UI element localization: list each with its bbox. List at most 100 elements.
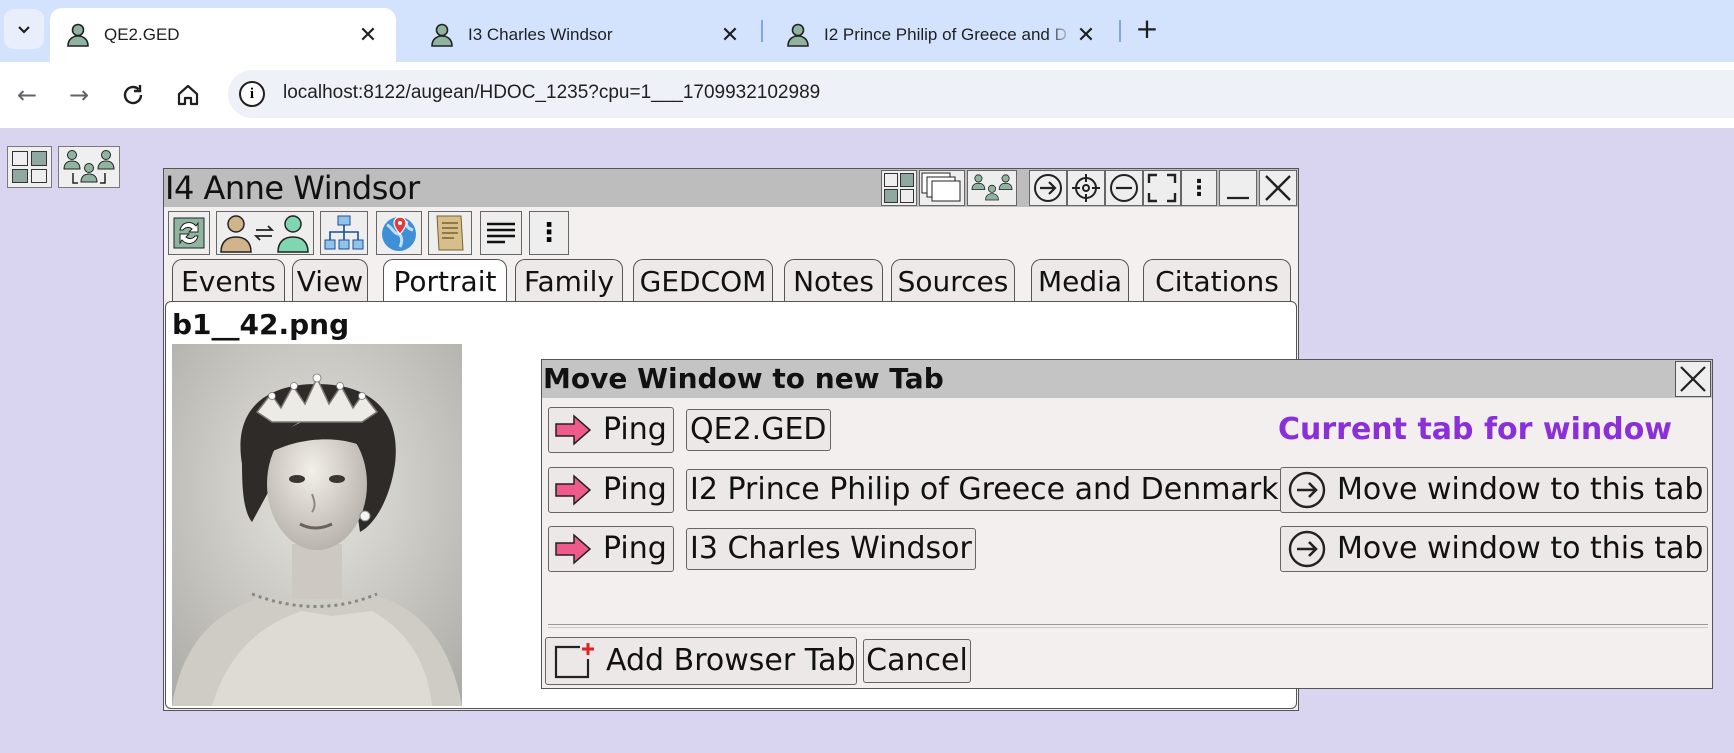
crosshair-icon [1072, 174, 1100, 202]
add-browser-tab-label: Add Browser Tab [606, 643, 856, 678]
ping-label: Ping [603, 472, 667, 507]
tab-events[interactable]: Events [172, 259, 285, 302]
tab-sources[interactable]: Sources [891, 259, 1015, 302]
fullscreen-icon [1147, 173, 1177, 203]
back-arrow-icon[interactable]: ← [10, 78, 44, 112]
browser-tab-philip[interactable]: I2 Prince Philip of Greece and D ✕ [770, 8, 1110, 62]
tab-family[interactable]: Family [515, 259, 623, 302]
new-tab-plus-icon[interactable]: + [1131, 14, 1163, 46]
arrow-right-circle-icon [1034, 174, 1062, 202]
move-window-to-tab-button[interactable]: Move window to this tab [1280, 467, 1708, 513]
tab-search-chevron-icon[interactable] [4, 9, 44, 49]
refresh-icon [173, 217, 205, 249]
arrow-right-circle-icon [1288, 471, 1326, 509]
map-button[interactable] [376, 211, 422, 255]
ping-label: Ping [603, 412, 667, 447]
person-favicon-icon [787, 23, 809, 47]
ping-label: Ping [603, 531, 667, 566]
forward-arrow-icon[interactable]: → [62, 78, 96, 112]
pink-arrow-icon [555, 474, 592, 506]
dialog-separator [548, 624, 1708, 628]
tab-view[interactable]: View [292, 259, 368, 302]
close-window-button[interactable] [1259, 170, 1297, 206]
dialog-title: Move Window to new Tab [543, 362, 944, 395]
swap-person-button[interactable] [216, 211, 314, 255]
ping-button[interactable]: Ping [548, 526, 674, 572]
move-window-label: Move window to this tab [1337, 531, 1704, 566]
url-text[interactable]: localhost:8122/augean/HDOC_1235?cpu=1___… [283, 82, 820, 104]
dialog-close-button[interactable] [1675, 361, 1711, 397]
stacked-windows-icon [921, 172, 961, 202]
close-icon [1680, 366, 1706, 392]
browser-tab-qe2[interactable]: QE2.GED ✕ [50, 8, 396, 62]
people-group-window-button[interactable] [967, 170, 1017, 206]
tab-separator [1119, 20, 1121, 42]
pink-arrow-icon [555, 533, 592, 565]
ping-button[interactable]: Ping [548, 407, 674, 453]
tab-notes[interactable]: Notes [784, 259, 883, 302]
pink-arrow-icon [555, 414, 592, 446]
browser-tab-title: QE2.GED [104, 25, 180, 44]
toolbar-more-button[interactable]: ⋮ [529, 211, 569, 255]
person-window-title: I4 Anne Windsor [165, 169, 420, 207]
browser-toolbar: ← → i localhost:8122/augean/HDOC_1235?cp… [0, 62, 1734, 128]
minimize-icon [1227, 196, 1249, 200]
browser-tab-title: I2 Prince Philip of Greece and D [824, 25, 1067, 44]
close-tab-icon[interactable]: ✕ [354, 22, 382, 48]
collapse-button[interactable] [1105, 170, 1143, 206]
tree-chart-icon [324, 215, 364, 250]
fullscreen-button[interactable] [1143, 170, 1181, 206]
current-tab-indicator: Current tab for window [1278, 412, 1673, 447]
swap-persons-icon [220, 215, 309, 253]
move-window-to-tab-button[interactable]: Move window to this tab [1280, 526, 1708, 572]
portrait-image [172, 344, 462, 706]
move-to-tab-button[interactable] [1029, 170, 1067, 206]
tab-portrait[interactable]: Portrait [383, 259, 507, 304]
globe-pin-icon [382, 216, 416, 251]
new-tab-icon [554, 643, 594, 679]
minimize-button[interactable] [1219, 170, 1257, 206]
reload-icon[interactable] [116, 78, 150, 112]
image-filename: b1__42.png [172, 308, 350, 341]
person-favicon-icon [67, 23, 89, 47]
layout-grid-button[interactable] [7, 146, 52, 188]
add-browser-tab-button[interactable]: Add Browser Tab [545, 637, 857, 685]
close-tab-icon[interactable]: ✕ [1072, 22, 1100, 48]
tab-media[interactable]: Media [1031, 259, 1129, 302]
grid-icon [12, 151, 47, 183]
tab-name-label: I3 Charles Windsor [686, 528, 976, 570]
family-tree-button[interactable] [320, 211, 368, 255]
locate-button[interactable] [1067, 170, 1105, 206]
move-window-dialog: Move Window to new Tab Ping QE2.GED Curr… [541, 359, 1713, 689]
ping-button[interactable]: Ping [548, 467, 674, 513]
tile-windows-button[interactable] [881, 170, 917, 206]
home-icon[interactable] [171, 78, 205, 112]
scroll-document-button[interactable] [428, 211, 472, 255]
cascade-windows-button[interactable] [919, 170, 965, 206]
close-tab-icon[interactable]: ✕ [716, 22, 744, 48]
dialog-titlebar[interactable]: Move Window to new Tab [542, 360, 1712, 398]
vertical-dots-icon: ⋮ [1188, 175, 1210, 201]
tab-citations[interactable]: Citations [1143, 259, 1291, 302]
grid-icon [884, 173, 914, 203]
tab-gedcom[interactable]: GEDCOM [633, 259, 773, 302]
browser-tab-strip: QE2.GED ✕ I3 Charles Windsor ✕ I2 Prince… [0, 0, 1734, 62]
site-info-icon[interactable]: i [239, 81, 265, 107]
scroll-icon [436, 215, 464, 251]
person-window-titlebar[interactable]: I4 Anne Windsor ⋮ [164, 169, 1298, 207]
people-group-button[interactable] [58, 146, 120, 188]
address-bar[interactable]: i localhost:8122/augean/HDOC_1235?cpu=1_… [228, 70, 1734, 118]
tab-name-label: QE2.GED [686, 409, 831, 451]
minus-circle-icon [1110, 174, 1138, 202]
refresh-button[interactable] [168, 211, 210, 255]
arrow-right-circle-icon [1288, 530, 1326, 568]
text-align-button[interactable] [480, 211, 522, 255]
browser-tab-charles[interactable]: I3 Charles Windsor ✕ [414, 8, 754, 62]
people-group-icon [971, 174, 1013, 201]
person-favicon-icon [431, 23, 453, 47]
cancel-button[interactable]: Cancel [863, 639, 971, 683]
close-icon [1265, 175, 1291, 201]
move-window-label: Move window to this tab [1337, 472, 1704, 507]
window-more-button[interactable]: ⋮ [1181, 170, 1217, 206]
people-group-icon [63, 150, 115, 184]
